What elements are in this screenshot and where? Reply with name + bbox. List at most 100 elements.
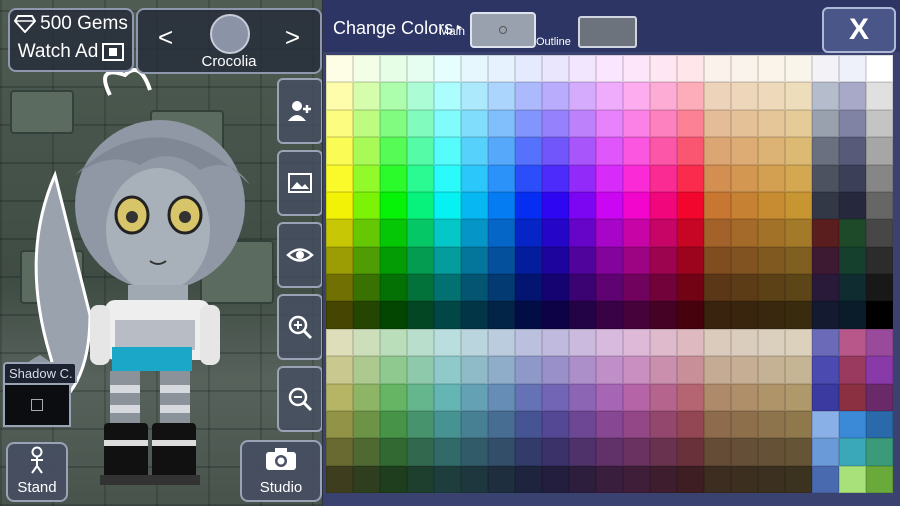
palette-swatch[interactable] [731,301,758,329]
palette-swatch[interactable] [650,410,677,439]
palette-swatch[interactable] [515,55,542,83]
palette-swatch[interactable] [434,109,461,138]
palette-swatch[interactable] [380,109,407,138]
palette-swatch[interactable] [623,246,650,274]
palette-swatch[interactable] [812,137,839,165]
palette-swatch[interactable] [542,438,569,466]
palette-swatch[interactable] [866,55,893,83]
palette-swatch[interactable] [434,410,461,439]
palette-swatch[interactable] [704,438,731,466]
palette-swatch[interactable] [542,465,569,493]
palette-swatch[interactable] [812,438,839,466]
palette-swatch[interactable] [812,465,839,493]
palette-swatch[interactable] [839,438,866,466]
palette-swatch[interactable] [731,109,758,138]
prev-character-button[interactable]: < [158,22,173,53]
palette-swatch[interactable] [515,356,542,384]
palette-swatch[interactable] [677,109,704,138]
palette-swatch[interactable] [461,191,488,220]
palette-swatch[interactable] [353,356,380,384]
palette-swatch[interactable] [569,219,596,247]
palette-swatch[interactable] [839,410,866,439]
palette-swatch[interactable] [731,246,758,274]
palette-swatch[interactable] [461,164,488,192]
palette-swatch[interactable] [839,274,866,302]
palette-swatch[interactable] [650,191,677,220]
palette-swatch[interactable] [623,383,650,411]
palette-swatch[interactable] [758,274,785,302]
palette-swatch[interactable] [326,246,353,274]
palette-swatch[interactable] [515,137,542,165]
palette-swatch[interactable] [785,328,812,357]
next-character-button[interactable]: > [285,22,300,53]
palette-swatch[interactable] [677,410,704,439]
palette-swatch[interactable] [785,356,812,384]
palette-swatch[interactable] [704,137,731,165]
palette-swatch[interactable] [812,274,839,302]
palette-swatch[interactable] [596,246,623,274]
palette-swatch[interactable] [650,274,677,302]
palette-swatch[interactable] [515,219,542,247]
palette-swatch[interactable] [326,82,353,110]
palette-swatch[interactable] [353,383,380,411]
palette-swatch[interactable] [488,246,515,274]
palette-swatch[interactable] [812,356,839,384]
palette-swatch[interactable] [488,55,515,83]
palette-swatch[interactable] [758,328,785,357]
palette-swatch[interactable] [623,137,650,165]
palette-swatch[interactable] [785,383,812,411]
palette-swatch[interactable] [785,219,812,247]
palette-swatch[interactable] [353,109,380,138]
palette-swatch[interactable] [677,82,704,110]
palette-swatch[interactable] [434,55,461,83]
palette-swatch[interactable] [353,219,380,247]
palette-swatch[interactable] [839,137,866,165]
palette-swatch[interactable] [731,438,758,466]
outline-color-swatch[interactable] [578,16,637,48]
palette-swatch[interactable] [353,438,380,466]
palette-swatch[interactable] [542,137,569,165]
palette-swatch[interactable] [434,438,461,466]
palette-swatch[interactable] [812,191,839,220]
palette-swatch[interactable] [461,137,488,165]
palette-swatch[interactable] [461,301,488,329]
palette-swatch[interactable] [758,164,785,192]
palette-swatch[interactable] [596,164,623,192]
palette-swatch[interactable] [326,328,353,357]
palette-swatch[interactable] [380,191,407,220]
palette-swatch[interactable] [326,137,353,165]
palette-swatch[interactable] [839,356,866,384]
palette-swatch[interactable] [704,191,731,220]
palette-swatch[interactable] [488,438,515,466]
palette-swatch[interactable] [353,191,380,220]
palette-swatch[interactable] [839,219,866,247]
palette-swatch[interactable] [596,191,623,220]
palette-swatch[interactable] [839,465,866,493]
palette-swatch[interactable] [731,164,758,192]
palette-swatch[interactable] [380,438,407,466]
palette-swatch[interactable] [515,438,542,466]
palette-swatch[interactable] [596,137,623,165]
palette-swatch[interactable] [758,137,785,165]
palette-swatch[interactable] [785,438,812,466]
palette-swatch[interactable] [839,246,866,274]
palette-swatch[interactable] [758,301,785,329]
palette-swatch[interactable] [434,301,461,329]
palette-swatch[interactable] [569,356,596,384]
palette-swatch[interactable] [434,137,461,165]
palette-swatch[interactable] [542,383,569,411]
palette-swatch[interactable] [461,274,488,302]
palette-swatch[interactable] [731,465,758,493]
palette-swatch[interactable] [839,301,866,329]
zoom-out-button[interactable] [277,366,322,432]
palette-swatch[interactable] [623,465,650,493]
palette-swatch[interactable] [326,274,353,302]
palette-swatch[interactable] [731,356,758,384]
palette-swatch[interactable] [569,191,596,220]
palette-swatch[interactable] [650,219,677,247]
palette-swatch[interactable] [704,82,731,110]
palette-swatch[interactable] [731,383,758,411]
palette-swatch[interactable] [623,356,650,384]
palette-swatch[interactable] [488,164,515,192]
palette-swatch[interactable] [866,82,893,110]
